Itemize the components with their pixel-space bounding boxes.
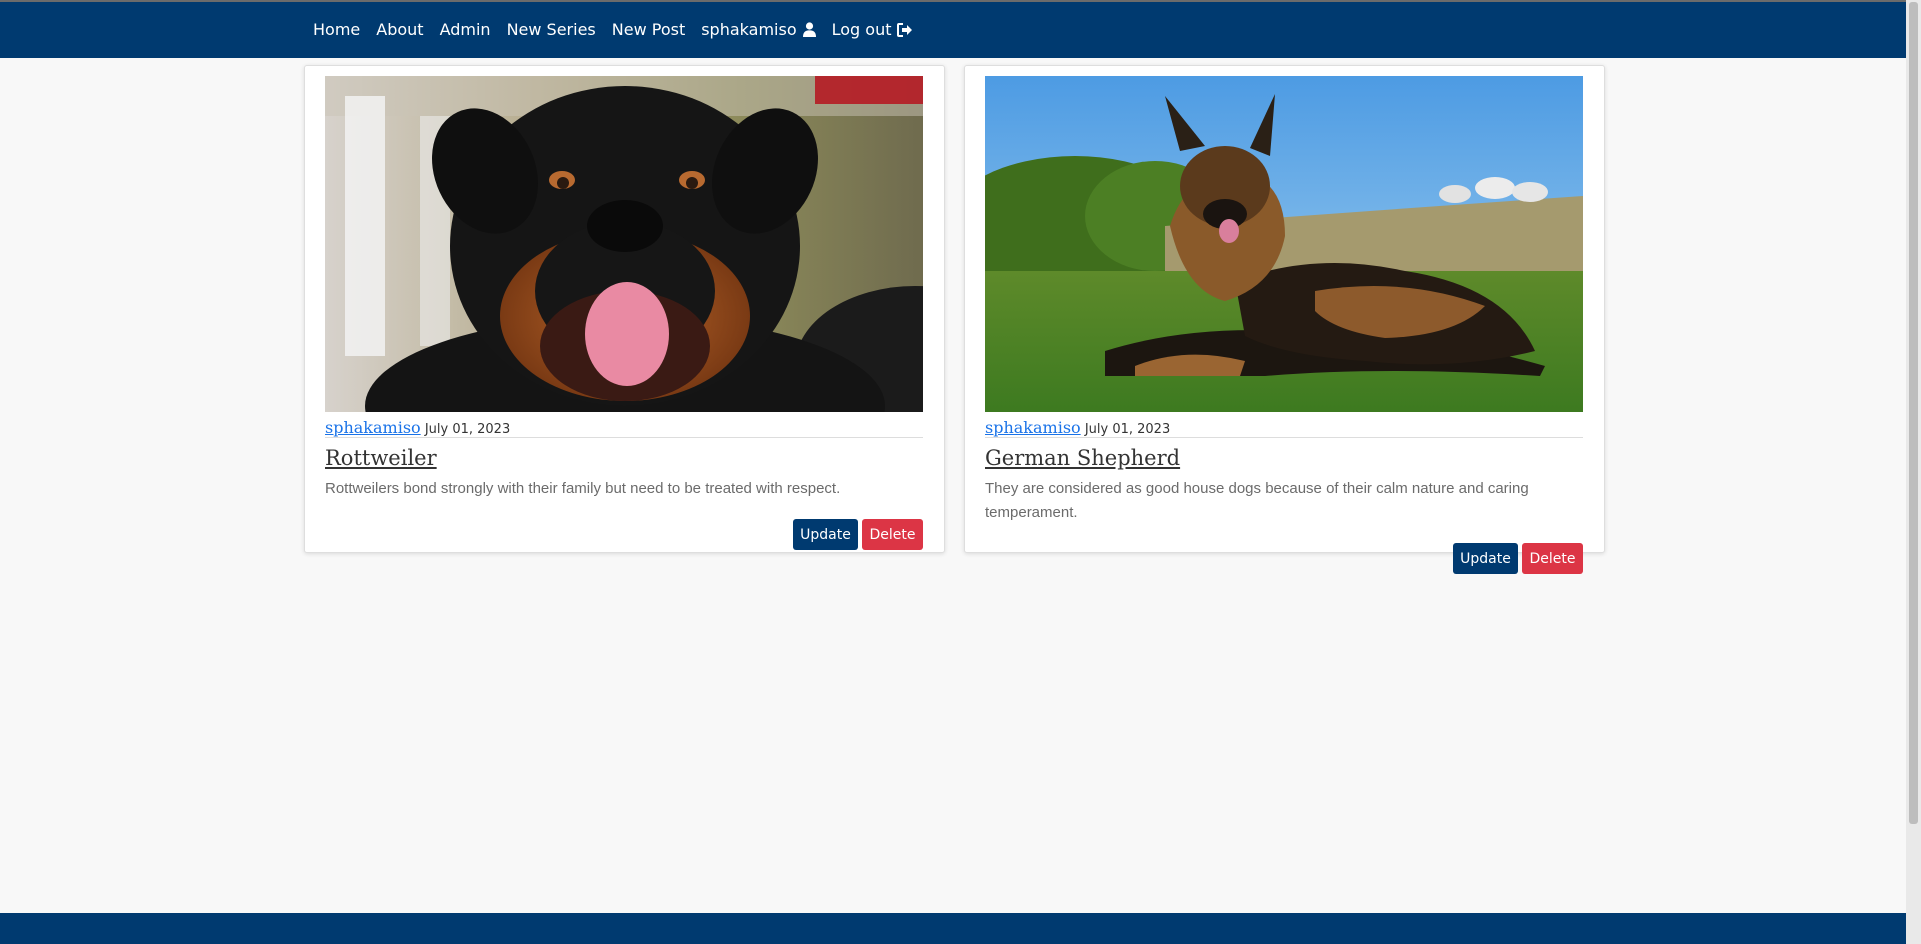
sign-out-icon <box>897 22 913 37</box>
scrollbar-thumb[interactable] <box>1909 2 1918 824</box>
post-date: July 01, 2023 <box>1084 422 1171 437</box>
nav-admin[interactable]: Admin <box>440 20 491 39</box>
post-date: July 01, 2023 <box>424 422 511 437</box>
navbar: Home About Admin New Series New Post sph… <box>0 2 1906 58</box>
nav-logout[interactable]: Log out <box>832 20 914 39</box>
nav-user[interactable]: sphakamiso <box>701 20 816 39</box>
delete-button[interactable]: Delete <box>1522 543 1583 574</box>
delete-button[interactable]: Delete <box>862 519 923 550</box>
footer: ​ ​ ​ <box>0 913 1906 944</box>
update-button[interactable]: Update <box>793 519 858 550</box>
rottweiler-photo <box>325 76 923 412</box>
update-button[interactable]: Update <box>1453 543 1518 574</box>
divider <box>325 437 923 438</box>
author-link[interactable]: sphakamiso <box>985 418 1081 437</box>
nav-new-series[interactable]: New Series <box>507 20 596 39</box>
german-shepherd-photo <box>985 76 1583 412</box>
post-description: They are considered as good house dogs b… <box>985 480 1529 521</box>
divider <box>985 437 1583 438</box>
author-link[interactable]: sphakamiso <box>325 418 421 437</box>
nav-about[interactable]: About <box>376 20 423 39</box>
nav-user-label: sphakamiso <box>701 20 797 39</box>
nav-links: Home About Admin New Series New Post sph… <box>313 20 929 39</box>
post-card-german-shepherd: sphakamiso July 01, 2023 German Shepherd… <box>964 65 1605 574</box>
nav-new-post[interactable]: New Post <box>612 20 685 39</box>
nav-home[interactable]: Home <box>313 20 360 39</box>
user-icon <box>802 22 816 37</box>
post-card-rottweiler: sphakamiso July 01, 2023 Rottweiler Rott… <box>304 65 945 553</box>
post-meta: sphakamiso July 01, 2023 <box>325 418 510 437</box>
post-meta: sphakamiso July 01, 2023 <box>985 418 1170 437</box>
post-description: Rottweilers bond strongly with their fam… <box>325 480 841 497</box>
post-title[interactable]: Rottweiler <box>325 446 437 470</box>
post-title[interactable]: German Shepherd <box>985 446 1180 470</box>
nav-logout-label: Log out <box>831 20 892 39</box>
